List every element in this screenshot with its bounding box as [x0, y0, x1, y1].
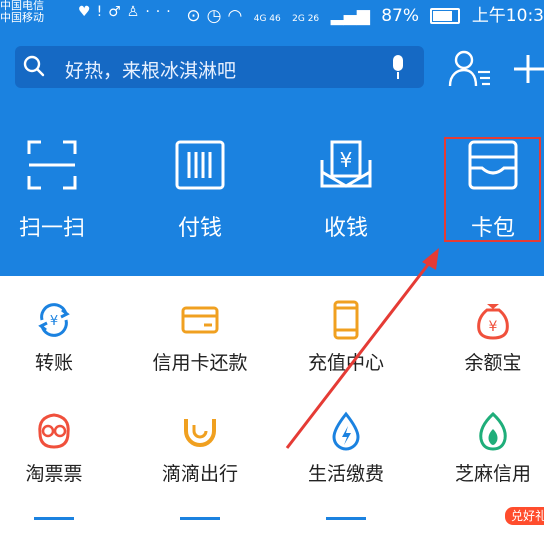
search-bar[interactable]: 好热，来根冰淇淋吧 — [15, 46, 424, 88]
svg-text:¥: ¥ — [340, 148, 353, 172]
grid-item-yuebao[interactable]: ¥ 余额宝 — [425, 300, 544, 375]
alarm-icon: ◷ — [206, 6, 222, 26]
grid-item-didi[interactable]: 滴滴出行 — [132, 411, 268, 486]
money-bag-icon: ¥ — [477, 304, 509, 340]
grid-label-movie-tickets: 淘票票 — [25, 463, 83, 485]
app-icon: ♙ — [126, 4, 146, 20]
notification-icons: ♥!♂♙··· — [78, 4, 177, 20]
location-icon: ⊙ — [186, 6, 201, 26]
network-2: 2G 26 — [292, 14, 320, 24]
svg-text:¥: ¥ — [50, 314, 58, 329]
contacts-icon[interactable] — [448, 50, 492, 88]
next-row-icon-2 — [180, 517, 220, 534]
svg-text:¥: ¥ — [489, 319, 498, 335]
microphone-icon[interactable] — [390, 55, 406, 79]
scan-icon — [27, 140, 77, 190]
wifi-icon: ◠ — [227, 6, 243, 26]
quick-receive-label: 收钱 — [323, 216, 368, 241]
alert-icon: ! — [96, 4, 109, 20]
transfer-icon: ¥ — [38, 303, 70, 337]
grid-label-didi: 滴滴出行 — [161, 463, 238, 485]
quick-receive-button[interactable]: ¥ 收钱 — [296, 140, 396, 242]
grid-label-top-up: 充值中心 — [307, 352, 384, 374]
grid-item-utilities[interactable]: 生活缴费 — [278, 411, 414, 486]
more-icon: ··· — [145, 4, 177, 20]
barcode-icon — [175, 140, 225, 190]
grid-label-transfer: 转账 — [34, 352, 73, 374]
search-placeholder: 好热，来根冰淇淋吧 — [65, 60, 237, 82]
movie-mascot-icon — [38, 413, 70, 449]
search-icon — [23, 55, 45, 77]
grid-item-movie-tickets[interactable]: 淘票票 — [0, 411, 122, 486]
highlight-box — [444, 137, 541, 242]
network-1: 4G 46 — [253, 14, 281, 24]
quick-scan-label: 扫一扫 — [18, 216, 85, 241]
next-row-icon-3 — [326, 517, 366, 534]
grid-label-utilities: 生活缴费 — [307, 463, 384, 485]
grid-item-sesame-credit[interactable]: 芝麻信用 — [425, 411, 544, 486]
didi-icon — [184, 419, 216, 447]
grid-item-transfer[interactable]: ¥ 转账 — [0, 300, 122, 375]
utility-drop-icon — [332, 411, 360, 451]
clock: 上午10:3 — [471, 6, 544, 26]
status-right: ⊙ ◷ ◠ 4G 46 2G 26 ▂▄▆ 87% 上午10:3 — [180, 1, 544, 26]
battery-icon — [430, 8, 461, 24]
promo-badge[interactable]: 兑好礼 — [505, 507, 544, 525]
sesame-icon — [479, 411, 507, 451]
add-icon[interactable] — [511, 50, 544, 88]
signal-icon: ▂▄▆ — [330, 6, 370, 26]
quick-pay-button[interactable]: 付钱 — [150, 140, 250, 242]
carrier-info: 中国电信 中国移动 — [0, 0, 44, 24]
battery-text: 87% — [381, 6, 419, 26]
phone-icon — [333, 300, 359, 340]
grid-label-yuebao: 余额宝 — [464, 352, 522, 374]
grid-item-top-up[interactable]: 充值中心 — [278, 300, 414, 375]
next-row-icon-1 — [34, 517, 74, 534]
grid-label-sesame-credit: 芝麻信用 — [454, 463, 531, 485]
quick-scan-button[interactable]: 扫一扫 — [2, 140, 102, 242]
quick-pay-label: 付钱 — [177, 216, 222, 241]
yen-receive-icon: ¥ — [320, 140, 372, 188]
credit-card-icon — [181, 306, 219, 334]
notification-icon: ♂ — [108, 4, 127, 20]
status-bar: 中国电信 中国移动 ♥!♂♙··· ⊙ ◷ ◠ 4G 46 2G 26 ▂▄▆ 87… — [0, 0, 544, 28]
grid-item-credit-card[interactable]: 信用卡还款 — [132, 300, 268, 375]
grid-label-credit-card: 信用卡还款 — [152, 352, 248, 374]
carrier-2: 中国移动 — [0, 11, 44, 24]
health-icon: ♥ — [78, 4, 97, 20]
